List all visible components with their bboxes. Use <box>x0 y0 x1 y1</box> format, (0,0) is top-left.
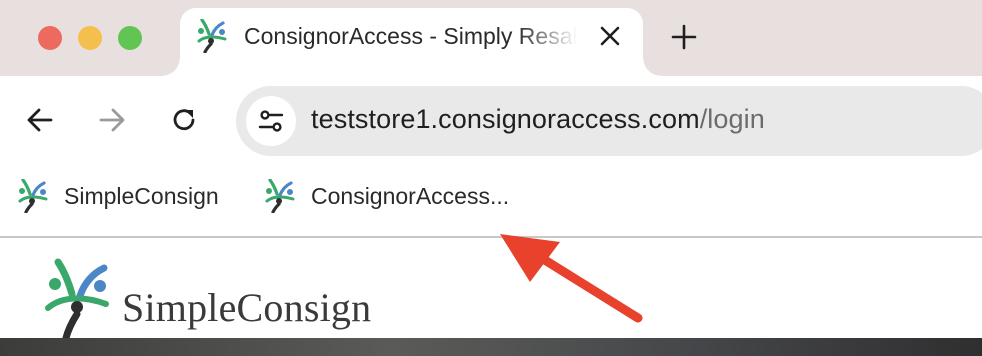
simpleconsign-logo-icon <box>18 179 48 213</box>
bookmark-label: SimpleConsign <box>64 183 219 209</box>
hero-image-edge <box>0 338 982 356</box>
browser-toolbar: teststore1.consignoraccess.com/login <box>0 76 982 164</box>
window-close-button[interactable] <box>38 26 62 50</box>
simpleconsign-logo-icon <box>45 258 109 342</box>
arrow-left-icon[interactable] <box>26 106 54 134</box>
tab-strip: ConsignorAccess - Simply Resale <box>0 0 982 76</box>
reload-icon[interactable] <box>170 106 198 134</box>
tune-icon <box>258 110 284 132</box>
url-text[interactable]: teststore1.consignoraccess.com/login <box>311 104 765 135</box>
url-host: teststore1.consignoraccess.com <box>311 104 700 134</box>
simpleconsign-logo-icon <box>197 19 227 53</box>
plus-icon[interactable] <box>670 23 698 51</box>
window-minimize-button[interactable] <box>78 26 102 50</box>
logo-text: SimpleConsign <box>122 285 372 330</box>
annotation-arrow-icon <box>500 234 643 323</box>
window-maximize-button[interactable] <box>118 26 142 50</box>
arrow-right-icon[interactable] <box>98 106 126 134</box>
tab-title: ConsignorAccess - Simply Resale <box>244 23 577 49</box>
site-info-button[interactable] <box>246 96 296 146</box>
bookmark-label: ConsignorAccess... <box>311 183 510 209</box>
close-icon[interactable] <box>598 24 622 48</box>
active-tab[interactable]: ConsignorAccess - Simply Resale <box>162 8 661 76</box>
address-bar[interactable]: teststore1.consignoraccess.com/login <box>236 86 982 156</box>
site-logo[interactable]: SimpleConsign <box>44 258 404 342</box>
simpleconsign-logo-icon <box>265 179 295 213</box>
url-path: /login <box>699 104 765 134</box>
